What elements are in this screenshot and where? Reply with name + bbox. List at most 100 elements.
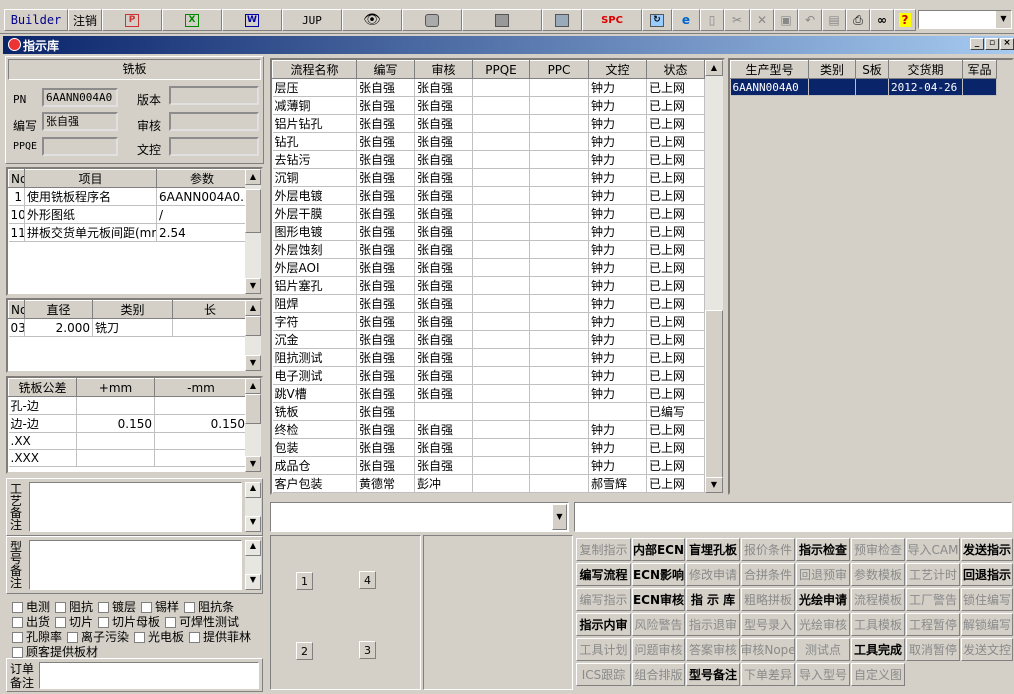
- action-button[interactable]: ICS跟踪: [576, 663, 631, 686]
- col-header[interactable]: 交货期: [888, 60, 963, 79]
- tolerance-grid[interactable]: 铣板公差 +mm -mm 孔-边 边-边 0.150 0.150 .XX .XXX ▲ ▼: [6, 376, 263, 474]
- action-button[interactable]: 指示检查: [796, 538, 850, 561]
- scroll-thumb[interactable]: [705, 310, 723, 478]
- col-header[interactable]: 编写: [356, 60, 415, 79]
- table-row[interactable]: 成品仓 张自强 张自强 钟力 已上网: [272, 456, 705, 475]
- page-4-button[interactable]: 4: [359, 571, 376, 589]
- action-button[interactable]: ECN影响: [632, 563, 685, 586]
- refresh-button[interactable]: ↻: [642, 9, 672, 31]
- tools-scrollbar[interactable]: ▲ ▼: [245, 300, 261, 371]
- toolbar-combo[interactable]: ▼: [918, 10, 1012, 29]
- checkbox-box[interactable]: [134, 632, 146, 643]
- table-row[interactable]: 去钻污 张自强 张自强 钟力 已上网: [272, 150, 705, 169]
- action-button[interactable]: 测试点: [796, 638, 850, 661]
- scroll-up-icon[interactable]: ▲: [245, 300, 261, 316]
- option-checkbox[interactable]: 出货: [12, 615, 50, 629]
- page-2-button[interactable]: 2: [296, 642, 313, 660]
- jup-button[interactable]: JUP: [282, 9, 342, 31]
- option-checkbox[interactable]: 阻抗: [55, 600, 93, 614]
- checkbox-box[interactable]: [189, 632, 201, 643]
- col-header[interactable]: -mm: [154, 378, 248, 397]
- option-checkbox[interactable]: 镀层: [98, 600, 136, 614]
- table-row[interactable]: 减薄铜 张自强 张自强 钟力 已上网: [272, 96, 705, 115]
- action-button[interactable]: 工程暂停: [906, 613, 960, 636]
- action-button[interactable]: 盲埋孔板: [686, 538, 740, 561]
- col-header[interactable]: 状态: [646, 60, 705, 79]
- scroll-down-icon[interactable]: ▼: [245, 456, 261, 472]
- network-button[interactable]: [462, 9, 542, 31]
- col-header[interactable]: 文控: [588, 60, 647, 79]
- table-row[interactable]: 边-边 0.150 0.150: [8, 414, 248, 433]
- new-button[interactable]: ▯: [700, 9, 724, 31]
- monitor-button[interactable]: [542, 9, 582, 31]
- action-button[interactable]: ECN审核: [632, 588, 685, 611]
- scroll-down-icon[interactable]: ▼: [245, 278, 261, 294]
- action-button[interactable]: 审核Nope: [740, 638, 796, 661]
- col-header[interactable]: 生产型号: [730, 60, 809, 79]
- action-button[interactable]: 复制指示: [576, 538, 631, 561]
- scroll-thumb[interactable]: [245, 189, 261, 233]
- delete-button[interactable]: ✕: [750, 9, 774, 31]
- table-row[interactable]: 11 拼板交货单元板间距(mm) 2.54: [8, 223, 248, 242]
- logout-button[interactable]: 注销: [68, 9, 102, 31]
- table-row[interactable]: 03 2.000 铣刀: [8, 318, 248, 337]
- col-header[interactable]: S板: [855, 60, 889, 79]
- table-row[interactable]: 图形电镀 张自强 张自强 钟力 已上网: [272, 222, 705, 241]
- help-button[interactable]: ?: [894, 9, 916, 31]
- scroll-up-icon[interactable]: ▲: [705, 60, 723, 76]
- option-checkbox[interactable]: 切片: [55, 615, 93, 629]
- table-row[interactable]: 沉金 张自强 张自强 钟力 已上网: [272, 330, 705, 349]
- scroll-down-icon[interactable]: ▼: [245, 516, 261, 532]
- table-row[interactable]: 外层AOI 张自强 张自强 钟力 已上网: [272, 258, 705, 277]
- table-row[interactable]: 电子测试 张自强 张自强 钟力 已上网: [272, 366, 705, 385]
- flow-scrollbar[interactable]: ▲ ▼: [705, 60, 723, 493]
- action-button[interactable]: 工艺计时: [906, 563, 960, 586]
- action-button[interactable]: 合拼条件: [741, 563, 795, 586]
- minimize-button[interactable]: _: [970, 38, 984, 50]
- view-button[interactable]: 👁: [342, 9, 402, 31]
- print-button[interactable]: ⎙: [846, 9, 870, 31]
- action-button[interactable]: 光绘审核: [796, 613, 850, 636]
- action-button[interactable]: 工具完成: [851, 638, 905, 661]
- process-remark-input[interactable]: [29, 482, 242, 532]
- col-header[interactable]: 参数: [156, 169, 248, 188]
- action-button[interactable]: 导入CAM: [906, 538, 960, 561]
- action-button[interactable]: 流程模板: [851, 588, 905, 611]
- table-row[interactable]: 包装 张自强 张自强 钟力 已上网: [272, 438, 705, 457]
- action-button[interactable]: 自定义图: [851, 663, 905, 686]
- table-row[interactable]: 6AANN004A0 2012-04-26: [730, 78, 997, 96]
- col-header[interactable]: +mm: [76, 378, 155, 397]
- table-row[interactable]: 沉铜 张自强 张自强 钟力 已上网: [272, 168, 705, 187]
- table-row[interactable]: 铣板 张自强 已编写: [272, 402, 705, 421]
- option-checkbox[interactable]: 电测: [12, 600, 50, 614]
- chevron-down-icon[interactable]: ▼: [996, 11, 1011, 28]
- action-button[interactable]: 指 示 库: [686, 588, 740, 611]
- preview-button[interactable]: ▤: [822, 9, 846, 31]
- action-button[interactable]: 光绘申请: [796, 588, 850, 611]
- action-button[interactable]: 问题审核: [632, 638, 685, 661]
- action-button[interactable]: 内部ECN: [632, 538, 685, 561]
- action-button[interactable]: 编写流程: [576, 563, 631, 586]
- col-header[interactable]: 类别: [92, 300, 173, 319]
- action-button[interactable]: 编写指示: [576, 588, 631, 611]
- params-scrollbar[interactable]: ▲ ▼: [245, 169, 261, 294]
- action-button[interactable]: 组合排版: [632, 663, 685, 686]
- col-header[interactable]: 项目: [24, 169, 157, 188]
- chevron-down-icon[interactable]: ▼: [552, 504, 567, 530]
- message-field[interactable]: [574, 502, 1012, 532]
- table-row[interactable]: 跳V槽 张自强 张自强 钟力 已上网: [272, 384, 705, 403]
- option-checkbox[interactable]: 孔隙率: [12, 630, 62, 644]
- checkbox-box[interactable]: [98, 617, 110, 628]
- col-header[interactable]: 类别: [808, 60, 856, 79]
- scroll-thumb[interactable]: [245, 394, 261, 424]
- option-checkbox[interactable]: 光电板: [134, 630, 184, 644]
- model-remark-input[interactable]: [29, 540, 242, 590]
- action-button[interactable]: 工具计划: [576, 638, 631, 661]
- table-row[interactable]: .XX: [8, 432, 248, 450]
- checkbox-box[interactable]: [165, 617, 177, 628]
- table-row[interactable]: 外层电镀 张自强 张自强 钟力 已上网: [272, 186, 705, 205]
- col-header[interactable]: No: [8, 169, 25, 188]
- scroll-up-icon[interactable]: ▲: [245, 540, 261, 556]
- action-button[interactable]: 发送文控: [961, 638, 1013, 661]
- flow-combo[interactable]: ▼: [270, 502, 569, 532]
